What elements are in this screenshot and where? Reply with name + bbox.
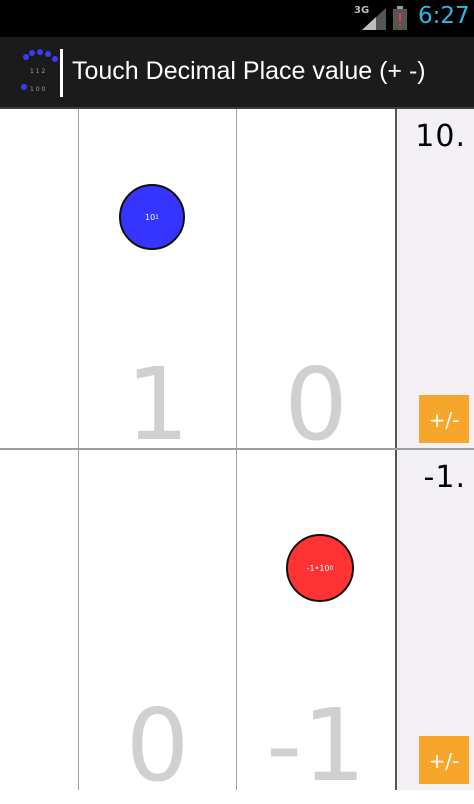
place-value-panel-top: 1 0 10 1 10. +/- xyxy=(0,109,474,455)
token-base: 10 xyxy=(144,212,156,222)
value-readout: -1. xyxy=(423,460,466,495)
value-readout: 10. xyxy=(415,119,466,154)
value-display: -1. +/- xyxy=(395,450,474,790)
ones-digit: 0 xyxy=(284,346,348,463)
place-value-token[interactable]: 10 1 xyxy=(119,184,185,250)
clock: 6:27 xyxy=(418,3,470,29)
toggle-sign-button[interactable]: +/- xyxy=(419,736,469,784)
value-display: 10. +/- xyxy=(395,109,474,449)
place-value-panel-bottom: 0 -1 -1•10 0 -1. +/- xyxy=(0,450,474,796)
svg-text:1 1 2: 1 1 2 xyxy=(30,68,45,75)
app-title: Touch Decimal Place value (+ -) xyxy=(72,57,426,85)
place-column-hundreds[interactable] xyxy=(0,450,79,790)
status-bar: 3G 6:27 xyxy=(0,0,474,37)
place-column-hundreds[interactable] xyxy=(0,109,79,449)
token-exponent: 1 xyxy=(155,213,159,221)
place-column-tens[interactable]: 1 xyxy=(79,109,237,455)
token-exponent: 0 xyxy=(329,564,334,572)
toggle-sign-button[interactable]: +/- xyxy=(419,395,469,443)
tens-digit: 0 xyxy=(125,687,190,804)
place-column-tens[interactable]: 0 xyxy=(79,450,237,796)
app-logo-icon[interactable]: 1 1 2 1 0 0 xyxy=(20,49,64,97)
ones-digit: -1 xyxy=(266,687,366,804)
svg-text:1 0 0: 1 0 0 xyxy=(30,86,45,93)
action-bar: 1 1 2 1 0 0 Touch Decimal Place value (+… xyxy=(0,37,474,109)
battery-alert-icon xyxy=(393,6,407,30)
signal-icon xyxy=(362,8,386,30)
tens-digit: 1 xyxy=(125,346,190,463)
place-value-token[interactable]: -1•10 0 xyxy=(286,534,354,602)
place-column-ones[interactable]: 0 xyxy=(237,109,395,455)
token-base: -1•10 xyxy=(306,563,330,573)
place-column-ones[interactable]: -1 xyxy=(237,450,395,796)
